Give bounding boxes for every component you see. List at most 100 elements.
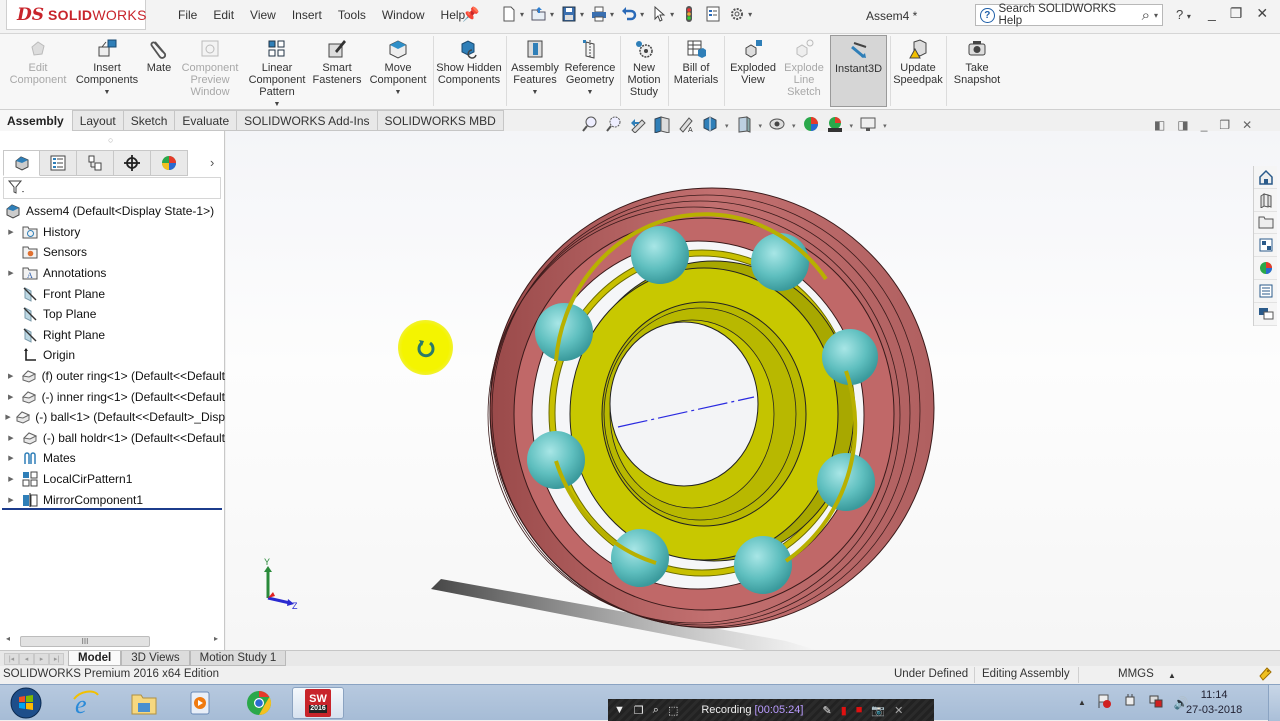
assembly-features-button[interactable]: Assembly Features ▼ bbox=[510, 38, 560, 99]
hide-show-dropdown-icon[interactable]: ▾ bbox=[792, 122, 796, 130]
display-style-dropdown-icon[interactable]: ▾ bbox=[759, 122, 763, 130]
mate-button[interactable]: Mate bbox=[144, 38, 174, 74]
menu-view[interactable]: View bbox=[242, 8, 284, 22]
recorder-close-icon[interactable]: ✕ bbox=[894, 704, 903, 717]
zoom-to-area-icon[interactable] bbox=[605, 115, 623, 136]
appearances-scenes-icon[interactable] bbox=[1254, 257, 1277, 280]
tab-solidworks-addins[interactable]: SOLIDWORKS Add-Ins bbox=[237, 110, 378, 131]
rebuild-button[interactable] bbox=[680, 5, 698, 23]
edit-component-button[interactable]: Edit Component bbox=[10, 38, 66, 86]
tab-motion-study-1[interactable]: Motion Study 1 bbox=[189, 651, 287, 666]
scroll-right-icon[interactable]: ▸ bbox=[214, 634, 218, 643]
scroll-thumb[interactable]: III bbox=[20, 636, 150, 647]
view-settings-icon[interactable] bbox=[859, 115, 877, 136]
file-explorer-icon[interactable] bbox=[1254, 212, 1277, 235]
configuration-manager-tab[interactable] bbox=[77, 150, 114, 176]
display-manager-tab[interactable] bbox=[151, 150, 188, 176]
show-desktop-button[interactable] bbox=[1268, 685, 1280, 721]
take-snapshot-button[interactable]: Take Snapshot bbox=[950, 38, 1004, 86]
tree-item-front-plane[interactable]: Front Plane bbox=[0, 283, 225, 304]
reference-geometry-button[interactable]: Reference Geometry ▼ bbox=[564, 38, 616, 99]
taskbar-solidworks[interactable]: SW 2016 bbox=[292, 687, 344, 719]
recorder-menu-icon[interactable]: ▼ bbox=[614, 704, 625, 716]
dynamic-annotation-icon[interactable]: A bbox=[677, 115, 695, 136]
tab-sketch[interactable]: Sketch bbox=[123, 110, 176, 131]
tab-evaluate[interactable]: Evaluate bbox=[175, 110, 238, 131]
tab-3d-views[interactable]: 3D Views bbox=[121, 651, 190, 666]
restore-button[interactable]: ❐ bbox=[1230, 5, 1243, 22]
explode-line-sketch-button[interactable]: Explode Line Sketch bbox=[782, 38, 826, 98]
solidworks-forum-icon[interactable] bbox=[1254, 303, 1277, 326]
start-button[interactable] bbox=[4, 687, 48, 719]
minimize-button[interactable]: _ bbox=[1208, 5, 1216, 22]
recorder-camera-icon[interactable]: 📷 bbox=[871, 704, 885, 717]
tile-left-icon[interactable]: ◧ bbox=[1154, 118, 1165, 132]
instant3d-toggle[interactable]: Instant3D bbox=[830, 35, 887, 107]
tree-filter-input[interactable] bbox=[3, 177, 221, 199]
tree-horizontal-scrollbar[interactable]: ◂ III ▸ bbox=[2, 634, 220, 648]
feature-manager-tab[interactable] bbox=[3, 150, 40, 176]
update-speedpak-button[interactable]: Update Speedpak bbox=[893, 38, 943, 86]
search-icon[interactable]: ⌕ bbox=[1142, 7, 1150, 24]
recorder-window-icon[interactable]: ❐ bbox=[634, 704, 644, 717]
move-component-button[interactable]: Move Component ▼ bbox=[366, 38, 430, 99]
save-button[interactable]: ▾ bbox=[560, 5, 584, 23]
tab-assembly[interactable]: Assembly bbox=[0, 110, 72, 131]
insert-components-dropdown-icon[interactable]: ▼ bbox=[104, 87, 111, 99]
bearing-assembly-model[interactable] bbox=[226, 131, 1280, 650]
expand-arrow-icon[interactable]: ▶ bbox=[5, 475, 17, 483]
first-tab-arrow-icon[interactable]: |◂ bbox=[4, 653, 19, 665]
apply-scene-dropdown-icon[interactable]: ▾ bbox=[850, 122, 854, 130]
viewport-minimize-button[interactable]: _ bbox=[1201, 118, 1208, 132]
property-manager-tab[interactable] bbox=[40, 150, 77, 176]
expand-arrow-icon[interactable]: ▶ bbox=[5, 413, 11, 421]
tree-item-outer-ring[interactable]: ▶ (f) outer ring<1> (Default<<Default bbox=[0, 366, 225, 387]
prev-tab-arrow-icon[interactable]: ◂ bbox=[19, 653, 34, 665]
linear-component-pattern-button[interactable]: Linear Component Pattern ▼ bbox=[246, 38, 308, 111]
tree-item-mates[interactable]: ▶ Mates bbox=[0, 448, 225, 469]
assembly-features-dropdown-icon[interactable]: ▼ bbox=[532, 87, 539, 99]
new-motion-study-button[interactable]: New Motion Study bbox=[624, 38, 664, 98]
show-hidden-icons-arrow-icon[interactable]: ▲ bbox=[1078, 698, 1086, 707]
custom-properties-icon[interactable] bbox=[1254, 280, 1277, 303]
viewport-close-button[interactable]: ✕ bbox=[1242, 118, 1252, 132]
tab-solidworks-mbd[interactable]: SOLIDWORKS MBD bbox=[377, 110, 504, 131]
recorder-pause-icon[interactable]: ▮ bbox=[841, 704, 847, 717]
tree-item-local-cir-pattern[interactable]: ▶ LocalCirPattern1 bbox=[0, 469, 225, 490]
tree-item-top-plane[interactable]: Top Plane bbox=[0, 304, 225, 325]
action-center-flag-icon[interactable] bbox=[1096, 693, 1112, 712]
tree-rollback-bar[interactable] bbox=[2, 508, 222, 510]
tile-right-icon[interactable]: ◨ bbox=[1177, 118, 1188, 132]
view-settings-dropdown-icon[interactable]: ▾ bbox=[883, 122, 887, 130]
component-preview-window-button[interactable]: Component Preview Window bbox=[180, 38, 240, 98]
edit-appearance-icon[interactable] bbox=[802, 115, 820, 136]
display-style-icon[interactable] bbox=[735, 115, 753, 136]
graphics-area[interactable]: A ▾ ▾ ▾ ▾ ▾ ◧ ◨ _ ❐ ✕ Y Z bbox=[226, 116, 1280, 650]
tree-item-ball-holder[interactable]: ▶ (-) ball holdr<1> (Default<<Default bbox=[0, 428, 225, 449]
tree-item-inner-ring[interactable]: ▶ (-) inner ring<1> (Default<<Default bbox=[0, 386, 225, 407]
tab-layout[interactable]: Layout bbox=[71, 110, 124, 131]
recorder-stop-icon[interactable]: ■ bbox=[856, 704, 863, 716]
expand-arrow-icon[interactable]: ▶ bbox=[5, 434, 17, 442]
tree-item-history[interactable]: ▶ History bbox=[0, 222, 225, 243]
file-properties-button[interactable] bbox=[704, 5, 722, 23]
undo-button[interactable]: ▾ bbox=[620, 5, 644, 23]
recorder-region-icon[interactable]: ⬚ bbox=[668, 704, 678, 717]
taskbar-file-explorer[interactable] bbox=[122, 687, 166, 719]
panel-tabs-more-icon[interactable]: › bbox=[210, 155, 214, 170]
help-button[interactable]: ? ▾ bbox=[1176, 7, 1191, 22]
exploded-view-button[interactable]: Exploded View bbox=[728, 38, 778, 86]
menu-tools[interactable]: Tools bbox=[330, 8, 374, 22]
tree-item-annotations[interactable]: ▶ A Annotations bbox=[0, 263, 225, 284]
panel-splitter-handle[interactable]: ○ bbox=[108, 135, 113, 145]
quick-tips-icon[interactable] bbox=[1257, 666, 1273, 685]
solidworks-logo[interactable]: DS SOLIDWORKS bbox=[6, 0, 146, 30]
options-button[interactable]: ▾ bbox=[728, 5, 752, 23]
menu-insert[interactable]: Insert bbox=[284, 8, 330, 22]
units-selector[interactable]: MMGS bbox=[1118, 668, 1154, 680]
next-tab-arrow-icon[interactable]: ▸ bbox=[34, 653, 49, 665]
tree-item-right-plane[interactable]: Right Plane bbox=[0, 325, 225, 346]
viewport-restore-button[interactable]: ❐ bbox=[1219, 118, 1230, 132]
new-document-button[interactable]: ▾ bbox=[500, 5, 524, 23]
view-orientation-dropdown-icon[interactable]: ▾ bbox=[725, 122, 729, 130]
